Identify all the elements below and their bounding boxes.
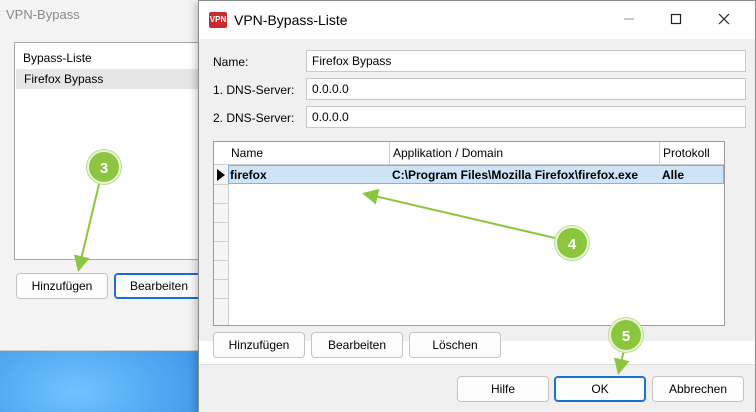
dns2-label: 2. DNS-Server: [213,111,295,125]
cell-protocol: Alle [662,168,685,182]
window-title: VPN-Bypass [6,7,80,22]
column-header-protocol[interactable]: Protokoll [660,142,724,164]
step-5-badge: 5 [609,318,643,352]
grid-add-button[interactable]: Hinzufügen [213,332,305,358]
vpn-app-icon: VPN [209,12,227,28]
name-input[interactable]: Firefox Bypass [306,50,746,72]
bypass-list-header: Bypass-Liste [23,51,92,65]
close-icon[interactable] [709,9,739,31]
dns1-input[interactable]: 0.0.0.0 [306,78,746,100]
cell-name: firefox [230,168,267,182]
dialog-title: VPN-Bypass-Liste [234,12,348,28]
edit-button[interactable]: Bearbeiten [114,273,204,299]
dns1-label: 1. DNS-Server: [213,83,295,97]
grid-header: Name Applikation / Domain Protokoll [214,142,724,165]
dialog-footer: Hilfe OK Abbrechen [199,364,755,412]
cancel-button[interactable]: Abbrechen [652,376,744,402]
ok-button[interactable]: OK [554,376,646,402]
vpn-bypass-list-dialog: VPN VPN-Bypass-Liste Name: Firefox Bypas… [198,0,756,412]
step-4-badge: 4 [555,226,589,260]
grid-edit-button[interactable]: Bearbeiten [311,332,403,358]
table-row[interactable]: firefox C:\Program Files\Mozilla Firefox… [228,165,724,184]
minimize-icon[interactable] [614,9,644,31]
name-label: Name: [213,55,249,69]
cell-application: C:\Program Files\Mozilla Firefox\firefox… [392,168,639,182]
grid-delete-button[interactable]: Löschen [409,332,501,358]
add-button[interactable]: Hinzufügen [16,273,108,299]
current-row-pointer-icon [217,169,225,181]
help-button[interactable]: Hilfe [457,376,549,402]
bypass-entries-grid[interactable]: Name Applikation / Domain Protokoll fire… [213,141,725,326]
column-header-application[interactable]: Applikation / Domain [390,142,660,164]
maximize-icon[interactable] [661,9,691,31]
column-header-name[interactable]: Name [228,142,390,164]
list-item-label: Firefox Bypass [24,72,104,86]
dns2-input[interactable]: 0.0.0.0 [306,106,746,128]
step-3-badge: 3 [87,150,121,184]
title-bar[interactable]: VPN VPN-Bypass-Liste [199,1,755,39]
